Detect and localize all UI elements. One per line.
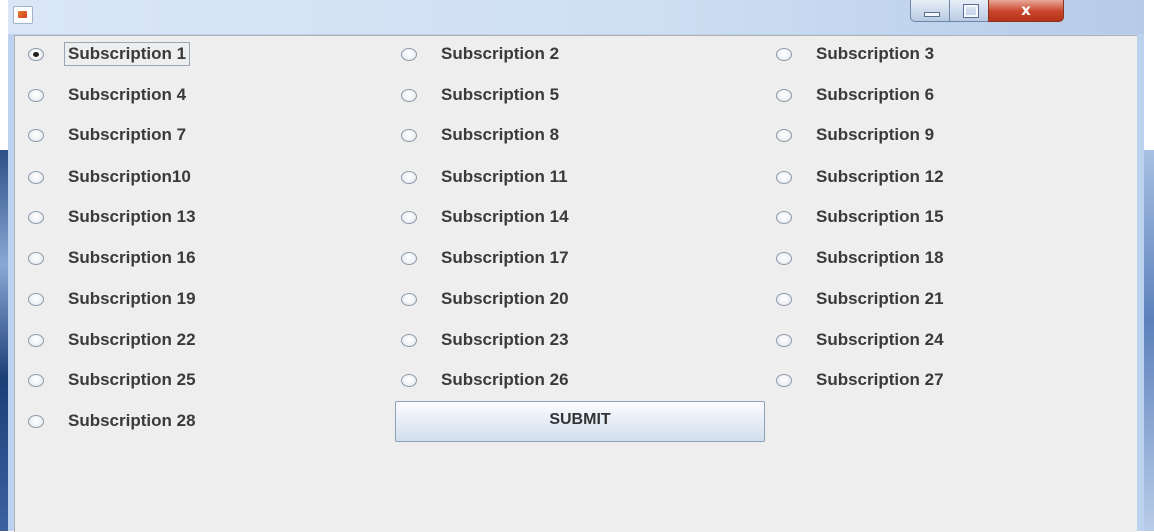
subscription-radio-item[interactable]: Subscription 16 [28,245,196,271]
radio-button[interactable] [401,210,417,224]
radio-button[interactable] [401,292,417,306]
subscription-label: Subscription 25 [68,370,196,389]
subscription-radio-item[interactable]: Subscription 15 [776,204,944,230]
subscription-panel: Subscription 28 Subscription 27 Subscripti… [14,35,1137,532]
radio-button[interactable] [776,170,792,184]
subscription-radio-item[interactable]: Subscription 14 [401,204,569,230]
subscription-label: Subscription 17 [441,248,569,267]
subscription-radio-item[interactable]: Subscription 4 [28,82,186,108]
subscription-radio-item[interactable]: Subscription 28 [28,408,196,434]
subscription-label: Subscription 20 [441,289,569,308]
java-app-icon[interactable] [13,6,33,24]
maximize-button[interactable] [949,0,989,22]
subscription-label: Subscription 13 [68,207,196,226]
radio-button[interactable] [28,414,44,428]
subscription-radio-item[interactable]: Subscription 24 [776,327,944,353]
radio-button[interactable] [776,128,792,142]
radio-button-selected[interactable] [28,47,44,61]
radio-button[interactable] [776,251,792,265]
radio-button[interactable] [28,251,44,265]
subscription-radio-item[interactable]: Subscription 2 [401,41,559,67]
radio-button[interactable] [28,292,44,306]
subscription-label: Subscription 9 [816,125,935,144]
subscription-radio-item[interactable]: Subscription 20 [401,286,569,312]
subscription-label: Subscription 5 [441,85,560,104]
radio-button[interactable] [28,88,44,102]
subscription-label: Subscription10 [68,167,191,186]
desktop-background-right [1144,150,1154,531]
radio-button[interactable] [28,128,44,142]
radio-button[interactable] [401,333,417,347]
subscription-radio-item[interactable]: Subscription 23 [401,327,569,353]
subscription-radio-item[interactable]: Subscription10 [28,164,191,190]
subscription-label: Subscription 14 [441,207,569,226]
close-icon: x [1021,1,1031,19]
subscription-radio-item[interactable]: Subscription 22 [28,327,196,353]
radio-button[interactable] [776,333,792,347]
subscription-label: Subscription 28 [68,411,196,430]
radio-button[interactable] [401,47,417,61]
radio-button[interactable] [28,210,44,224]
radio-button[interactable] [401,170,417,184]
title-bar[interactable]: x [8,0,1144,34]
subscription-radio-item[interactable]: Subscription 8 [401,122,559,148]
radio-button[interactable] [776,47,792,61]
subscription-radio-item[interactable]: Subscription 6 [776,82,934,108]
subscription-radio-item[interactable]: Subscription 27 [776,367,944,393]
subscription-radio-item[interactable]: Subscription 3 [776,41,934,67]
subscription-radio-item[interactable]: Subscription 1 [28,41,191,67]
subscription-label: Subscription 1 [63,42,191,66]
subscription-label: Subscription 19 [68,289,196,308]
subscription-radio-item[interactable]: Subscription 26 [401,367,569,393]
submit-button[interactable]: SUBMIT [395,401,765,442]
subscription-label: Subscription 8 [441,125,560,144]
subscription-label: Subscription 23 [441,330,569,349]
subscription-label: Subscription 18 [816,248,944,267]
subscription-label: Subscription 27 [816,370,944,389]
app-window: x Subscription 28 Subscription 27 Subscrip… [8,0,1144,532]
subscription-label: Subscription 22 [68,330,196,349]
radio-button[interactable] [28,373,44,387]
subscription-label: Subscription 6 [816,85,935,104]
subscription-label: Subscription 7 [68,125,187,144]
subscription-label: Subscription 11 [441,167,568,186]
subscription-radio-item[interactable]: Subscription 7 [28,122,186,148]
subscription-radio-item[interactable]: Subscription 19 [28,286,196,312]
radio-button[interactable] [776,88,792,102]
radio-button[interactable] [776,210,792,224]
subscription-label: Subscription 2 [441,44,560,63]
close-button[interactable]: x [988,0,1064,22]
minimize-button[interactable] [910,0,950,22]
radio-button[interactable] [401,128,417,142]
subscription-radio-item[interactable]: Subscription 11 [401,164,568,190]
radio-button[interactable] [776,292,792,306]
subscription-label: Subscription 21 [816,289,944,308]
maximize-icon [963,4,979,18]
subscription-radio-item[interactable]: Subscription 5 [401,82,559,108]
subscription-radio-item[interactable]: Subscription 9 [776,122,934,148]
subscription-radio-item[interactable]: Subscription 17 [401,245,569,271]
radio-button[interactable] [401,88,417,102]
subscription-label: Subscription 4 [68,85,187,104]
subscription-label: Subscription 24 [816,330,944,349]
radio-button[interactable] [401,373,417,387]
radio-button[interactable] [28,170,44,184]
subscription-radio-item[interactable]: Subscription 18 [776,245,944,271]
subscription-radio-item[interactable]: Subscription 13 [28,204,196,230]
subscription-radio-item[interactable]: Subscription 21 [776,286,944,312]
subscription-label: Subscription 3 [816,44,935,63]
subscription-label: Subscription 26 [441,370,569,389]
subscription-label: Subscription 12 [816,167,944,186]
minimize-icon [924,12,940,17]
subscription-label: Subscription 15 [816,207,944,226]
radio-button[interactable] [401,251,417,265]
subscription-label: Subscription 16 [68,248,196,267]
subscription-radio-item[interactable]: Subscription 12 [776,164,944,190]
radio-button[interactable] [776,373,792,387]
subscription-radio-item[interactable]: Subscription 25 [28,367,196,393]
radio-button[interactable] [28,333,44,347]
